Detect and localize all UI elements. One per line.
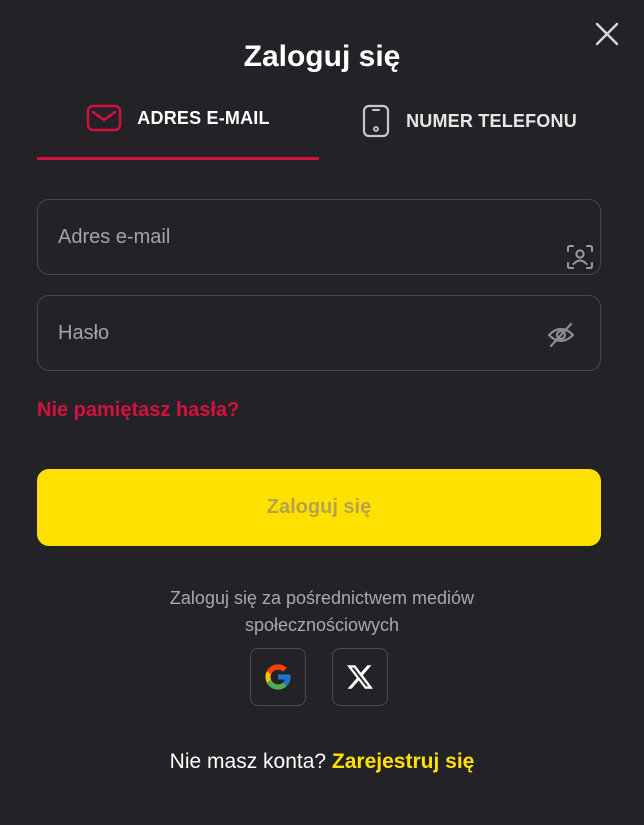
user-scan-icon xyxy=(567,245,593,269)
login-button-label: Zaloguj się xyxy=(266,496,372,518)
password-input[interactable] xyxy=(58,296,538,370)
register-question: Nie masz konta? xyxy=(169,750,327,773)
tab-phone[interactable]: NUMER TELEFONU xyxy=(337,95,601,161)
x-login-button[interactable] xyxy=(332,648,388,706)
modal-title: Zaloguj się xyxy=(243,40,401,73)
phone-icon xyxy=(362,104,390,138)
autofill-button[interactable] xyxy=(564,242,596,272)
google-login-button[interactable] xyxy=(250,648,306,706)
eye-off-icon xyxy=(547,322,575,348)
social-login-text: Zaloguj się za pośrednictwem mediów społ… xyxy=(169,588,475,635)
envelope-icon xyxy=(87,104,122,132)
password-field xyxy=(37,295,601,371)
toggle-password-visibility-button[interactable] xyxy=(544,320,578,350)
register-prompt: Nie masz konta? Zarejestruj się xyxy=(0,750,644,774)
login-method-tabs: ADRES E-MAIL NUMER TELEFONU xyxy=(37,95,601,161)
google-icon xyxy=(265,664,291,690)
active-tab-indicator xyxy=(37,157,319,160)
email-input[interactable] xyxy=(58,200,538,274)
email-field xyxy=(37,199,601,275)
forgot-password-link[interactable]: Nie pamiętasz hasła? xyxy=(37,399,239,422)
x-icon xyxy=(347,665,373,689)
tab-email-label: ADRES E-MAIL xyxy=(137,107,270,128)
login-modal: Zaloguj się ADRES E-MAIL NUMER TELEFONU xyxy=(0,0,644,825)
tab-email[interactable]: ADRES E-MAIL xyxy=(37,95,319,161)
login-button[interactable]: Zaloguj się xyxy=(37,469,601,546)
register-link[interactable]: Zarejestruj się xyxy=(332,750,474,773)
tab-phone-label: NUMER TELEFONU xyxy=(406,110,577,131)
